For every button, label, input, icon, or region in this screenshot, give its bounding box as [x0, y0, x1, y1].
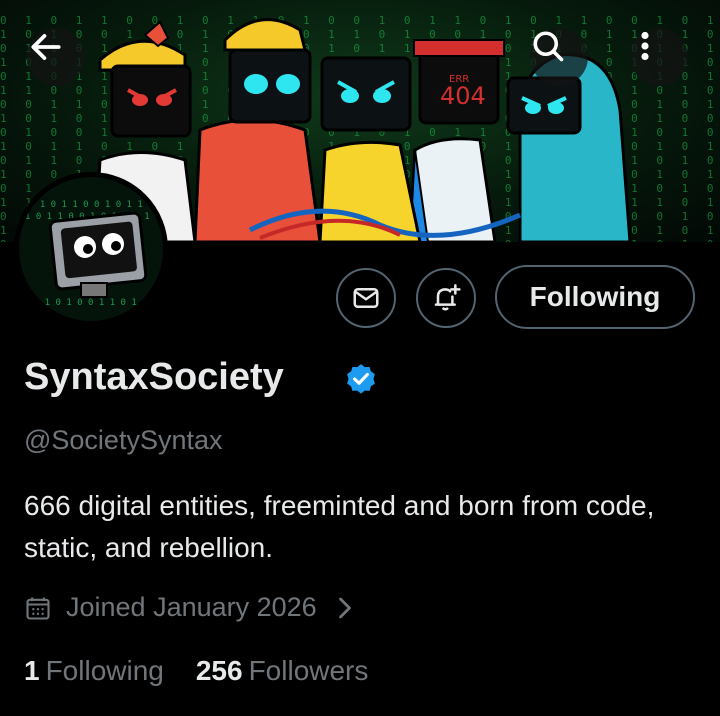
followers-label: Followers	[248, 655, 369, 686]
avatar[interactable]: 0 1 0 1 1 0 0 1 0 1 1 0 1 0 1 1 0 0 1 0 …	[14, 172, 168, 326]
more-button[interactable]	[630, 28, 688, 86]
joined-row[interactable]: Joined January 2026	[24, 592, 353, 623]
back-button[interactable]	[27, 28, 85, 86]
more-vertical-icon	[641, 31, 649, 61]
search-icon	[533, 31, 564, 62]
follow-stats: 1 Following 256 Followers	[24, 655, 400, 687]
verified-badge-icon[interactable]	[344, 362, 378, 396]
search-button[interactable]	[530, 28, 588, 86]
mail-icon	[353, 288, 379, 308]
bell-plus-icon	[434, 284, 461, 311]
back-arrow-icon	[31, 34, 61, 60]
bio: 666 digital entities, freeminted and bor…	[24, 490, 655, 563]
followers-count: 256	[195, 655, 243, 686]
chevron-right-icon	[338, 597, 351, 618]
following-count: 1	[24, 655, 40, 686]
following-label: Following	[45, 655, 164, 686]
joined-date: Joined January 2026	[66, 592, 317, 622]
svg-text:0 1 0 1 1 0 0 1 0 1 1 0: 0 1 0 1 1 0 0 1 0 1 1 0	[29, 200, 154, 210]
message-button[interactable]	[336, 268, 396, 328]
svg-text:0 1 1 0 1 0 0 1 1 0 1 0: 0 1 1 0 1 0 0 1 1 0 1 0	[23, 298, 148, 308]
avatar-image: 0 1 0 1 1 0 0 1 0 1 1 0 1 0 1 1 0 0 1 0 …	[19, 177, 163, 321]
following-stat[interactable]: 1 Following	[24, 655, 164, 687]
handle: @SocietySyntax	[24, 425, 223, 455]
followers-stat[interactable]: 256 Followers	[196, 655, 369, 687]
calendar-icon	[26, 597, 50, 620]
notifications-button[interactable]	[416, 268, 476, 328]
display-name: SyntaxSociety	[24, 356, 284, 398]
following-button[interactable]: Following	[495, 265, 695, 329]
err-code-text: 404	[440, 82, 486, 110]
